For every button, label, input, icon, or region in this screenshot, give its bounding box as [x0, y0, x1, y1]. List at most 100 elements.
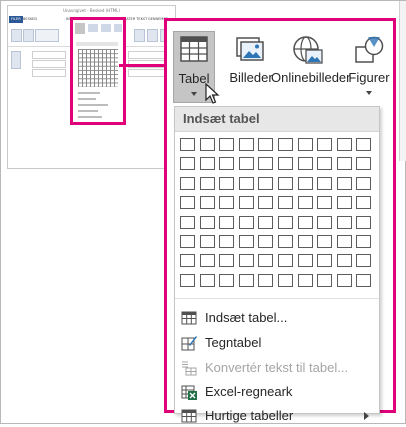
table-grid-cell[interactable] — [238, 273, 254, 287]
table-grid-cell[interactable] — [297, 138, 313, 151]
table-grid-cell[interactable] — [336, 235, 352, 248]
table-grid-cell[interactable] — [180, 235, 195, 248]
table-grid-cell[interactable] — [356, 273, 372, 287]
table-grid-cell[interactable] — [336, 157, 352, 171]
table-grid-cell[interactable] — [199, 138, 215, 151]
menu-item-convert-text[interactable]: Konvertér tekst til tabel... — [175, 357, 379, 379]
shapes-button[interactable]: Figurer — [348, 31, 390, 101]
table-grid-cell[interactable] — [219, 176, 235, 190]
table-grid-cell[interactable] — [278, 157, 293, 171]
table-grid-cell[interactable] — [219, 196, 235, 210]
menu-item-excel-spreadsheet[interactable]: Excel-regneark — [175, 381, 379, 403]
table-grid-cell[interactable] — [297, 176, 313, 190]
table-grid-cell[interactable] — [238, 157, 254, 171]
table-grid-cell[interactable] — [258, 215, 274, 229]
table-grid-cell[interactable] — [180, 254, 195, 268]
table-grid-cell[interactable] — [180, 138, 195, 151]
table-grid-cell[interactable] — [356, 235, 372, 248]
table-grid-cell[interactable] — [356, 215, 372, 229]
table-grid-cell[interactable] — [199, 273, 215, 287]
table-grid-cell[interactable] — [336, 138, 352, 151]
table-grid-cell[interactable] — [258, 176, 274, 190]
mini-tab-file[interactable]: FILER — [9, 16, 23, 23]
table-grid-cell[interactable] — [278, 176, 293, 190]
table-grid-cell[interactable] — [219, 138, 235, 151]
table-grid-cell[interactable] — [258, 235, 274, 248]
table-grid-cell[interactable] — [278, 196, 293, 210]
table-grid-cell[interactable] — [336, 196, 352, 210]
online-pictures-button[interactable]: Onlinebilleder — [271, 31, 351, 101]
table-grid-cell[interactable] — [297, 273, 313, 287]
table-grid-cell[interactable] — [317, 235, 333, 248]
table-icon — [180, 36, 208, 62]
table-grid-cell[interactable] — [180, 176, 195, 190]
menu-item-excel-spreadsheet-label: Excel-regneark — [205, 384, 293, 399]
table-grid-cell[interactable] — [336, 273, 352, 287]
table-grid-cell[interactable] — [317, 215, 333, 229]
table-grid-cell[interactable] — [356, 138, 372, 151]
table-grid-cell[interactable] — [297, 254, 313, 268]
table-grid-cell[interactable] — [219, 273, 235, 287]
table-grid-cell[interactable] — [180, 215, 195, 229]
table-grid-cell[interactable] — [258, 254, 274, 268]
table-grid-cell[interactable] — [238, 176, 254, 190]
table-grid-cell[interactable] — [278, 138, 293, 151]
table-grid-cell[interactable] — [219, 215, 235, 229]
table-grid-cell[interactable] — [278, 273, 293, 287]
table-grid-cell[interactable] — [336, 215, 352, 229]
table-size-grid[interactable] — [180, 138, 375, 293]
table-grid-cell[interactable] — [199, 235, 215, 248]
table-grid-cell[interactable] — [336, 176, 352, 190]
table-grid-cell[interactable] — [199, 176, 215, 190]
pictures-button[interactable]: Billeder — [225, 31, 277, 101]
table-grid-cell[interactable] — [219, 235, 235, 248]
table-grid-cell[interactable] — [258, 138, 274, 151]
mini-tab-message[interactable]: BESKED — [23, 16, 37, 23]
table-grid-cell[interactable] — [278, 254, 293, 268]
table-grid-cell[interactable] — [317, 196, 333, 210]
table-grid-cell[interactable] — [356, 254, 372, 268]
table-grid-cell[interactable] — [238, 215, 254, 229]
table-grid-cell[interactable] — [238, 235, 254, 248]
table-grid-cell[interactable] — [199, 215, 215, 229]
menu-item-insert-table[interactable]: Indsæt tabel... — [175, 307, 379, 329]
table-grid-cell[interactable] — [317, 273, 333, 287]
table-grid-cell[interactable] — [219, 254, 235, 268]
table-grid-cell[interactable] — [199, 196, 215, 210]
table-grid-cell[interactable] — [180, 196, 195, 210]
table-grid-cell[interactable] — [356, 196, 372, 210]
table-grid-cell[interactable] — [297, 235, 313, 248]
table-grid-cell[interactable] — [317, 138, 333, 151]
table-grid-cell[interactable] — [278, 235, 293, 248]
shapes-button-label: Figurer — [348, 70, 390, 85]
menu-item-draw-table[interactable]: Tegntabel — [175, 332, 379, 354]
submenu-arrow-icon — [364, 412, 369, 420]
table-grid-cell[interactable] — [199, 157, 215, 171]
table-grid-cell[interactable] — [317, 254, 333, 268]
table-grid-cell[interactable] — [180, 273, 195, 287]
table-grid-cell[interactable] — [238, 254, 254, 268]
table-grid-cell[interactable] — [278, 215, 293, 229]
mini-table-button — [75, 23, 85, 34]
table-grid-cell[interactable] — [297, 157, 313, 171]
table-grid-cell[interactable] — [219, 157, 235, 171]
quick-tables-icon — [181, 409, 197, 423]
table-grid-cell[interactable] — [297, 215, 313, 229]
insert-table-header-label: Indsæt tabel — [183, 111, 260, 126]
table-grid-cell[interactable] — [199, 254, 215, 268]
mini-bookmark-icon — [147, 29, 158, 42]
callout-connector — [119, 64, 164, 67]
table-grid-cell[interactable] — [336, 254, 352, 268]
table-grid-cell[interactable] — [356, 157, 372, 171]
pictures-button-label: Billeder — [229, 70, 273, 85]
table-grid-cell[interactable] — [238, 138, 254, 151]
table-grid-cell[interactable] — [180, 157, 195, 171]
table-grid-cell[interactable] — [258, 157, 274, 171]
table-grid-cell[interactable] — [317, 157, 333, 171]
table-grid-cell[interactable] — [258, 273, 274, 287]
table-grid-cell[interactable] — [238, 196, 254, 210]
table-grid-cell[interactable] — [258, 196, 274, 210]
table-grid-cell[interactable] — [317, 176, 333, 190]
table-grid-cell[interactable] — [297, 196, 313, 210]
table-grid-cell[interactable] — [356, 176, 372, 190]
